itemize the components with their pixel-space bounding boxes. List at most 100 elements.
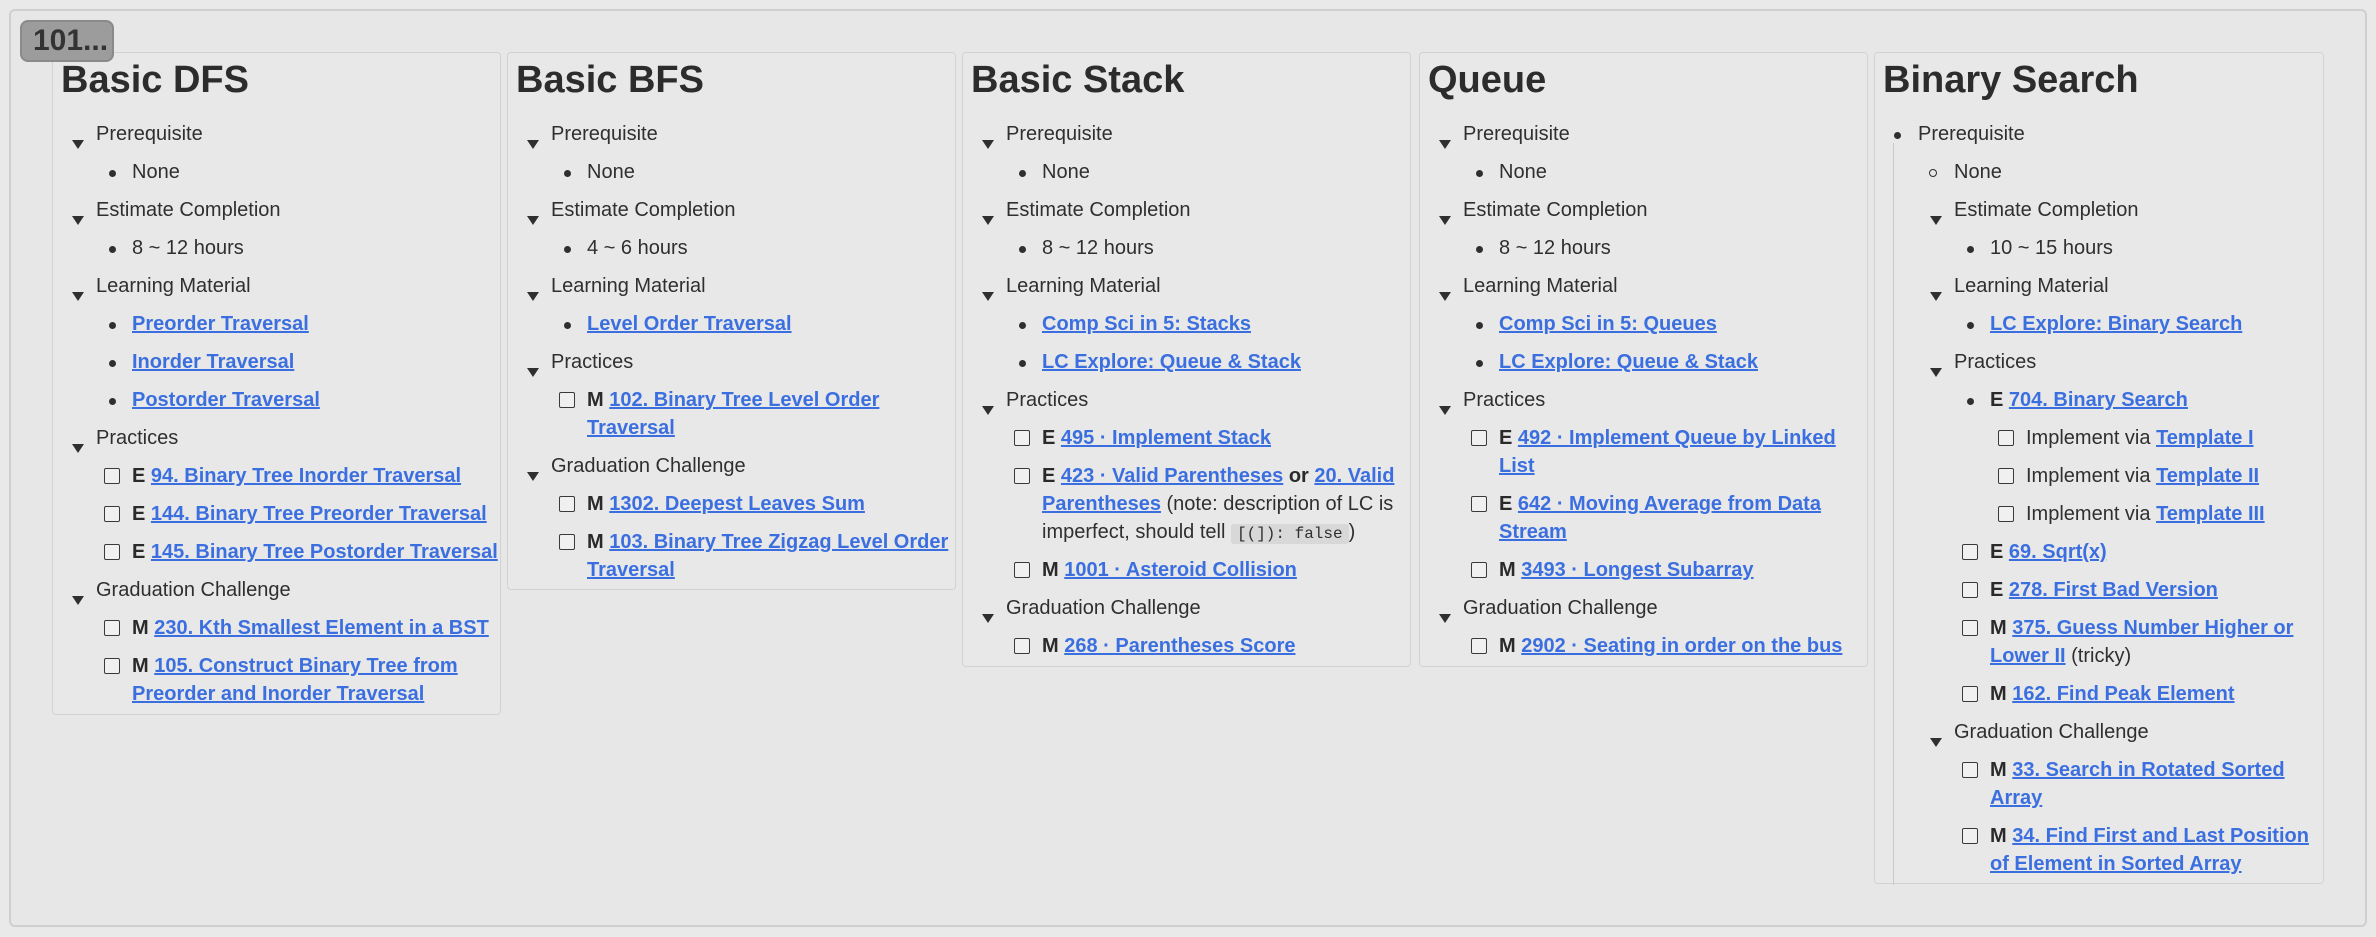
tree-toggle-icon[interactable] — [72, 444, 84, 453]
practice-checkbox[interactable] — [1962, 620, 1978, 636]
tree-toggle-icon[interactable] — [72, 292, 84, 301]
problem-link[interactable]: 3493 · Longest Subarray — [1521, 559, 1753, 581]
problem-link[interactable]: 94. Binary Tree Inorder Traversal — [151, 465, 461, 487]
problem-link[interactable]: 423 · Valid Parentheses — [1061, 465, 1283, 487]
template-link[interactable]: Template I — [2156, 427, 2253, 449]
problem-link[interactable]: Preorder and Inorder Traversal — [132, 683, 424, 705]
tree-toggle-icon[interactable] — [72, 140, 84, 149]
practice-checkbox[interactable] — [1962, 762, 1978, 778]
problem-link[interactable]: 102. Binary Tree Level Order — [609, 389, 879, 411]
problem-link[interactable]: 1302. Deepest Leaves Sum — [609, 493, 865, 515]
problem-link[interactable]: 2902 · Seating in order on the bus — [1521, 635, 1842, 657]
practice-checkbox[interactable] — [1471, 430, 1487, 446]
tree-toggle-icon[interactable] — [527, 292, 539, 301]
practice-checkbox[interactable] — [1014, 638, 1030, 654]
tree-toggle-icon[interactable] — [527, 216, 539, 225]
practice-checkbox[interactable] — [559, 534, 575, 550]
problem-link[interactable]: List — [1499, 455, 1535, 477]
problem-link[interactable]: 492 · Implement Queue by Linked — [1518, 427, 1836, 449]
practice-checkbox[interactable] — [1014, 562, 1030, 578]
tree-toggle-icon[interactable] — [1439, 614, 1451, 623]
practice-checkbox[interactable] — [104, 506, 120, 522]
problem-link[interactable]: 268 · Parentheses Score — [1064, 635, 1295, 657]
tree-toggle-icon[interactable] — [527, 368, 539, 377]
practice-checkbox[interactable] — [1962, 582, 1978, 598]
material-link[interactable]: LC Explore: Binary Search — [1990, 313, 2242, 335]
practice-checkbox[interactable] — [1998, 506, 2014, 522]
problem-link[interactable]: 1001 · Asteroid Collision — [1064, 559, 1297, 581]
material-link[interactable]: Postorder Traversal — [132, 389, 320, 411]
material-link[interactable]: LC Explore: Queue & Stack — [1499, 351, 1758, 373]
problem-link[interactable]: Traversal — [587, 417, 675, 439]
problem-link[interactable]: Parentheses — [1042, 493, 1161, 515]
tree-toggle-icon[interactable] — [72, 216, 84, 225]
tree-toggle-icon[interactable] — [982, 140, 994, 149]
tree-toggle-icon[interactable] — [1439, 216, 1451, 225]
practice-checkbox[interactable] — [559, 392, 575, 408]
problem-link[interactable]: 230. Kth Smallest Element in a BST — [154, 617, 489, 639]
problem-link[interactable]: 103. Binary Tree Zigzag Level Order — [609, 531, 948, 553]
problem-link[interactable]: 642 · Moving Average from Data — [1518, 493, 1821, 515]
section-prerequisite: Prerequisite — [1918, 123, 2025, 145]
problem-link[interactable]: Stream — [1499, 521, 1567, 543]
practice-checkbox[interactable] — [104, 468, 120, 484]
tree-toggle-icon[interactable] — [1439, 292, 1451, 301]
material-link[interactable]: Comp Sci in 5: Queues — [1499, 313, 1717, 335]
tree-toggle-icon[interactable] — [1930, 216, 1942, 225]
tree-toggle-icon[interactable] — [527, 140, 539, 149]
material-link[interactable]: Preorder Traversal — [132, 313, 309, 335]
card-basic-stack: Basic Stack Prerequisite None Estimate C… — [962, 52, 1411, 667]
problem-link[interactable]: of Element in Sorted Array — [1990, 853, 2242, 875]
problem-link[interactable]: Traversal — [587, 559, 675, 581]
group-tag[interactable]: 101... — [20, 20, 114, 62]
template-link[interactable]: Template II — [2156, 465, 2259, 487]
tree-toggle-icon[interactable] — [1439, 406, 1451, 415]
practice-checkbox[interactable] — [1014, 468, 1030, 484]
problem-link[interactable]: 145. Binary Tree Postorder Traversal — [151, 541, 498, 563]
material-link[interactable]: Inorder Traversal — [132, 351, 294, 373]
problem-link[interactable]: 278. First Bad Version — [2009, 579, 2218, 601]
tree-toggle-icon[interactable] — [1930, 292, 1942, 301]
problem-link[interactable]: 495 · Implement Stack — [1061, 427, 1271, 449]
tree-toggle-icon[interactable] — [72, 596, 84, 605]
problem-link[interactable]: 69. Sqrt(x) — [2009, 541, 2107, 563]
practice-checkbox[interactable] — [1998, 430, 2014, 446]
practice-checkbox[interactable] — [559, 496, 575, 512]
problem-link[interactable]: 144. Binary Tree Preorder Traversal — [151, 503, 487, 525]
estimate-value: 8 ~ 12 hours — [132, 237, 244, 259]
problem-link[interactable]: 20. Valid — [1314, 465, 1394, 487]
practice-checkbox[interactable] — [1998, 468, 2014, 484]
problem-link[interactable]: 704. Binary Search — [2009, 389, 2188, 411]
problem-link[interactable]: 105. Construct Binary Tree from — [154, 655, 457, 677]
template-link[interactable]: Template III — [2156, 503, 2265, 525]
practice-checkbox[interactable] — [1962, 544, 1978, 560]
material-link[interactable]: Level Order Traversal — [587, 313, 792, 335]
problem-link[interactable]: 162. Find Peak Element — [2012, 683, 2234, 705]
practice-checkbox[interactable] — [104, 658, 120, 674]
material-link[interactable]: Comp Sci in 5: Stacks — [1042, 313, 1251, 335]
tree-toggle-icon[interactable] — [982, 292, 994, 301]
section-prerequisite: Prerequisite — [1463, 123, 1570, 145]
practice-checkbox[interactable] — [1962, 828, 1978, 844]
practice-checkbox[interactable] — [1471, 496, 1487, 512]
problem-link[interactable]: 33. Search in Rotated Sorted — [2012, 759, 2284, 781]
problem-link[interactable]: Array — [1990, 787, 2042, 809]
practice-checkbox[interactable] — [1962, 686, 1978, 702]
tree-toggle-icon[interactable] — [1439, 140, 1451, 149]
tree-toggle-icon[interactable] — [527, 472, 539, 481]
tree-toggle-icon[interactable] — [982, 216, 994, 225]
practice-checkbox[interactable] — [104, 620, 120, 636]
problem-link[interactable]: 375. Guess Number Higher or — [2012, 617, 2293, 639]
tree-toggle-icon[interactable] — [982, 406, 994, 415]
tree-toggle-icon[interactable] — [1930, 368, 1942, 377]
problem-link[interactable]: 34. Find First and Last Position — [2012, 825, 2309, 847]
problem-link[interactable]: Lower II — [1990, 645, 2066, 667]
practice-checkbox[interactable] — [1471, 638, 1487, 654]
tree-toggle-icon[interactable] — [982, 614, 994, 623]
estimate-value: 8 ~ 12 hours — [1499, 237, 1611, 259]
practice-checkbox[interactable] — [1471, 562, 1487, 578]
practice-checkbox[interactable] — [104, 544, 120, 560]
tree-toggle-icon[interactable] — [1930, 738, 1942, 747]
practice-checkbox[interactable] — [1014, 430, 1030, 446]
material-link[interactable]: LC Explore: Queue & Stack — [1042, 351, 1301, 373]
